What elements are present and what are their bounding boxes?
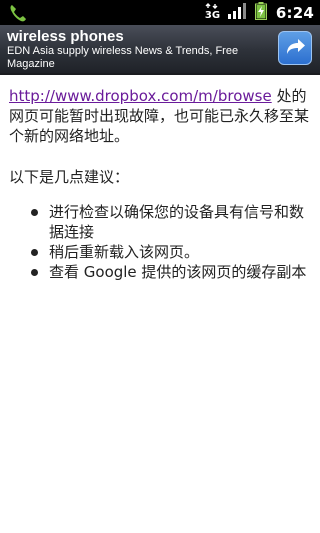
- share-arrow-icon: [284, 36, 306, 60]
- status-time: 6:24: [275, 3, 314, 22]
- list-item: 进行检查以确保您的设备具有信号和数据连接: [31, 202, 313, 242]
- bullet-icon: [31, 209, 38, 216]
- suggestion-text: 稍后重新载入该网页。: [49, 243, 200, 261]
- page-content: http://www.dropbox.com/m/browse 处的网页可能暂时…: [9, 86, 313, 282]
- suggestions-title: 以下是几点建议：: [9, 168, 130, 186]
- error-message: http://www.dropbox.com/m/browse 处的网页可能暂时…: [9, 86, 313, 146]
- signal-strength-icon: [227, 2, 246, 23]
- ad-banner[interactable]: wireless phones EDN Asia supply wireless…: [0, 25, 320, 75]
- battery-charging-icon: [254, 1, 267, 24]
- list-item: 查看 Google 提供的该网页的缓存副本: [31, 262, 313, 282]
- status-bar: 3G 6:24: [0, 0, 320, 25]
- ad-description: EDN Asia supply wireless News & Trends, …: [7, 45, 239, 70]
- bullet-icon: [31, 249, 38, 256]
- bullet-icon: [31, 269, 38, 276]
- suggestion-text: 查看 Google 提供的该网页的缓存副本: [49, 263, 307, 281]
- ad-open-button[interactable]: [278, 31, 312, 65]
- suggestions-list: 进行检查以确保您的设备具有信号和数据连接 稍后重新载入该网页。 查看 Googl…: [9, 202, 313, 282]
- phone-call-icon: [8, 3, 28, 23]
- url-link[interactable]: http://www.dropbox.com/m/browse: [9, 87, 272, 105]
- network-type-label: 3G: [204, 9, 221, 21]
- 3g-data-icon: 3G: [204, 2, 221, 23]
- ad-title: wireless phones: [7, 28, 124, 45]
- list-item: 稍后重新载入该网页。: [31, 242, 313, 262]
- suggestion-text: 进行检查以确保您的设备具有信号和数据连接: [49, 203, 305, 241]
